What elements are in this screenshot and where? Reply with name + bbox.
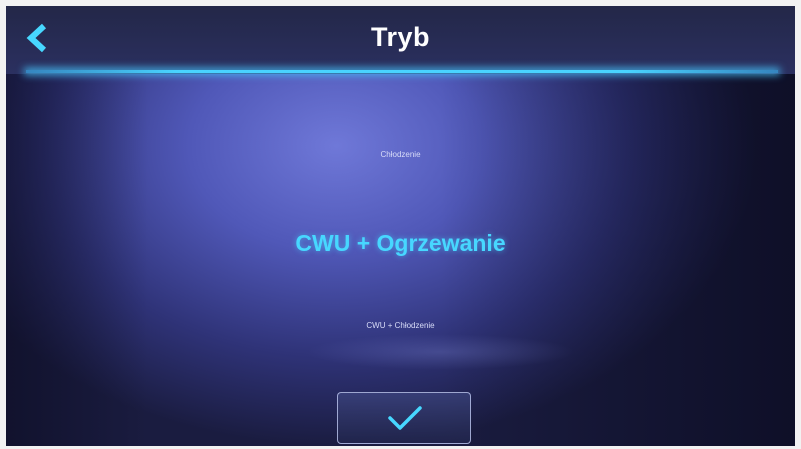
header-divider	[26, 70, 778, 73]
checkmark-icon	[388, 406, 422, 430]
mode-picker[interactable]: Chłodzenie CWU + Ogrzewanie CWU + Chłodz…	[6, 74, 795, 394]
page-title: Tryb	[370, 22, 431, 52]
mode-option-dhw-cooling[interactable]: CWU + Chłodzenie	[6, 321, 795, 330]
mode-option-selected[interactable]: CWU + Ogrzewanie	[6, 230, 795, 257]
device-screen: Tryb Chłodzenie CWU + Ogrzewanie CWU + C…	[6, 6, 795, 446]
mode-option-cooling[interactable]: Chłodzenie	[6, 150, 795, 159]
confirm-button[interactable]	[337, 392, 471, 444]
header-bar: Tryb	[6, 6, 795, 74]
